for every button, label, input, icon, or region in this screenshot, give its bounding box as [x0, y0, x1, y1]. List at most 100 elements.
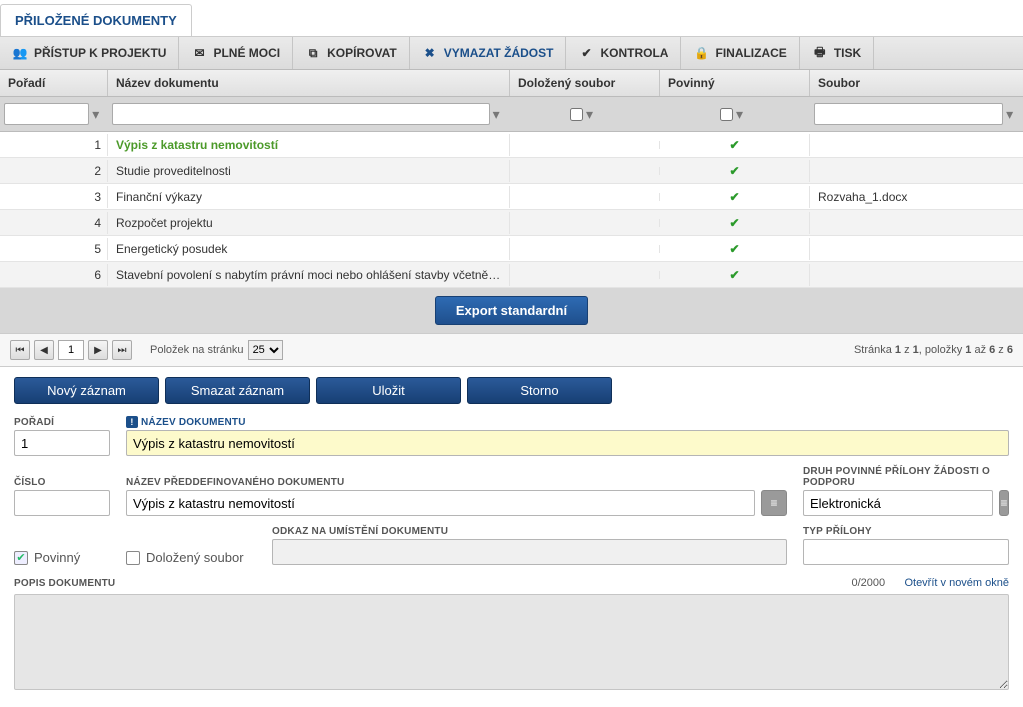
filter-name-input[interactable]: [112, 103, 490, 125]
toolbar-label: KONTROLA: [600, 46, 668, 60]
export-standard-button[interactable]: Export standardní: [435, 296, 588, 325]
cell-file: [510, 245, 660, 253]
cross-icon: ✖: [422, 45, 438, 61]
toolbar-label: PŘÍSTUP K PROJEKTU: [34, 46, 166, 60]
cell-soubor: [810, 167, 1023, 175]
cell-soubor: Rozvaha_1.docx: [810, 186, 1023, 208]
mail-icon: ✉: [191, 45, 207, 61]
document-link-input[interactable]: [272, 539, 787, 565]
toolbar-label: PLNÉ MOCI: [213, 46, 280, 60]
filter-file-checkbox[interactable]: [570, 108, 583, 121]
toolbar-copy[interactable]: ⧉ KOPÍROVAT: [293, 37, 410, 69]
toolbar-project-access[interactable]: 👥 PŘÍSTUP K PROJEKTU: [0, 37, 179, 69]
toolbar-label: KOPÍROVAT: [327, 46, 397, 60]
pager-next-button[interactable]: ▶: [88, 340, 108, 360]
attachment-type-input[interactable]: [803, 539, 1009, 565]
attachment-kind-picker-button[interactable]: ≡: [999, 490, 1009, 516]
description-label: POPIS DOKUMENTU: [14, 578, 115, 589]
table-row[interactable]: 3Finanční výkazy ✔Rozvaha_1.docx: [0, 184, 1023, 210]
attachment-type-label: TYP PŘÍLOHY: [803, 526, 1009, 537]
predefined-name-label: NÁZEV PŘEDDEFINOVANÉHO DOKUMENTU: [126, 477, 787, 488]
order-input[interactable]: [14, 430, 110, 456]
toolbar-finalize[interactable]: 🔒 FINALIZACE: [681, 37, 799, 69]
cell-name: Výpis z katastru nemovitostí: [108, 134, 510, 156]
cell-order: 1: [0, 134, 108, 156]
required-checkbox-label: Povinný: [34, 550, 80, 565]
toolbar-label: TISK: [834, 46, 861, 60]
filter-icon[interactable]: ▾: [92, 106, 104, 123]
col-header-name[interactable]: Název dokumentu: [108, 70, 510, 96]
cell-file: [510, 219, 660, 227]
cell-required: ✔: [660, 186, 810, 208]
cell-name: Energetický posudek: [108, 238, 510, 260]
cancel-button[interactable]: Storno: [467, 377, 612, 404]
filter-icon[interactable]: ▾: [493, 106, 506, 123]
check-icon: ✔: [578, 45, 594, 61]
predefined-picker-button[interactable]: ≡: [761, 490, 787, 516]
number-input[interactable]: [14, 490, 110, 516]
filter-icon[interactable]: ▾: [736, 106, 750, 123]
table-row[interactable]: 2Studie proveditelnosti ✔: [0, 158, 1023, 184]
toolbar-check[interactable]: ✔ KONTROLA: [566, 37, 681, 69]
pager-first-button[interactable]: ⏮: [10, 340, 30, 360]
toolbar-print[interactable]: 🖶 TISK: [800, 37, 874, 69]
predefined-name-input[interactable]: [126, 490, 755, 516]
number-label: ČÍSLO: [14, 477, 110, 488]
col-header-soubor[interactable]: Soubor: [810, 70, 1023, 96]
cell-soubor: [810, 245, 1023, 253]
lock-icon: 🔒: [693, 45, 709, 61]
grid-body: 1Výpis z katastru nemovitostí✔2Studie pr…: [0, 132, 1023, 288]
delete-record-button[interactable]: Smazat záznam: [165, 377, 310, 404]
cell-order: 5: [0, 238, 108, 260]
cell-name: Studie proveditelnosti: [108, 160, 510, 182]
tab-bar: PŘILOŽENÉ DOKUMENTY: [0, 0, 1023, 37]
table-row[interactable]: 5Energetický posudek ✔: [0, 236, 1023, 262]
cell-order: 3: [0, 186, 108, 208]
new-record-button[interactable]: Nový záznam: [14, 377, 159, 404]
pager-last-button[interactable]: ⏭: [112, 340, 132, 360]
cell-required: ✔: [660, 264, 810, 286]
save-button[interactable]: Uložit: [316, 377, 461, 404]
cell-name: Finanční výkazy: [108, 186, 510, 208]
pager-page-input[interactable]: [58, 340, 84, 360]
cell-name: Rozpočet projektu: [108, 212, 510, 234]
cell-required: ✔: [660, 160, 810, 182]
filter-soubor-input[interactable]: [814, 103, 1003, 125]
toolbar-delete-request[interactable]: ✖ VYMAZAT ŽÁDOST: [410, 37, 567, 69]
filter-required-checkbox[interactable]: [720, 108, 733, 121]
required-checkbox[interactable]: ✔: [14, 551, 28, 565]
col-header-file[interactable]: Doložený soubor: [510, 70, 660, 96]
cell-file: [510, 193, 660, 201]
cell-order: 2: [0, 160, 108, 182]
toolbar-power-of-attorney[interactable]: ✉ PLNÉ MOCI: [179, 37, 293, 69]
document-name-input[interactable]: [126, 430, 1009, 456]
col-header-required[interactable]: Povinný: [660, 70, 810, 96]
filter-icon[interactable]: ▾: [586, 106, 600, 123]
file-attached-checkbox[interactable]: [126, 551, 140, 565]
col-header-order[interactable]: Pořadí: [0, 70, 108, 96]
cell-required: ✔: [660, 238, 810, 260]
attachment-kind-input[interactable]: [803, 490, 993, 516]
toolbar-label: FINALIZACE: [715, 46, 786, 60]
cell-name: Stavební povolení s nabytím právní moci …: [108, 264, 510, 286]
people-icon: 👥: [12, 45, 28, 61]
copy-icon: ⧉: [305, 45, 321, 61]
filter-icon[interactable]: ▾: [1006, 106, 1019, 123]
table-row[interactable]: 6Stavební povolení s nabytím právní moci…: [0, 262, 1023, 288]
table-row[interactable]: 4Rozpočet projektu✔: [0, 210, 1023, 236]
pager-prev-button[interactable]: ◀: [34, 340, 54, 360]
open-new-window-link[interactable]: Otevřít v novém okně: [904, 577, 1009, 589]
description-textarea[interactable]: [14, 594, 1009, 690]
file-attached-label: Doložený soubor: [146, 550, 244, 565]
attachment-kind-label: DRUH POVINNÉ PŘÍLOHY ŽÁDOSTI O PODPORU: [803, 466, 1009, 488]
toolbar: 👥 PŘÍSTUP K PROJEKTU ✉ PLNÉ MOCI ⧉ KOPÍR…: [0, 37, 1023, 70]
cell-file: [510, 271, 660, 279]
description-counter: 0/2000: [851, 577, 885, 589]
pager-per-page-select[interactable]: 25: [248, 340, 283, 360]
table-row[interactable]: 1Výpis z katastru nemovitostí✔: [0, 132, 1023, 158]
filter-order-input[interactable]: [4, 103, 89, 125]
pager: ⏮ ◀ ▶ ⏭ Položek na stránku 25 Stránka 1 …: [0, 333, 1023, 367]
document-link-label: ODKAZ NA UMÍSTĚNÍ DOKUMENTU: [272, 526, 787, 537]
order-label: POŘADÍ: [14, 417, 110, 428]
tab-attached-documents[interactable]: PŘILOŽENÉ DOKUMENTY: [0, 4, 192, 36]
